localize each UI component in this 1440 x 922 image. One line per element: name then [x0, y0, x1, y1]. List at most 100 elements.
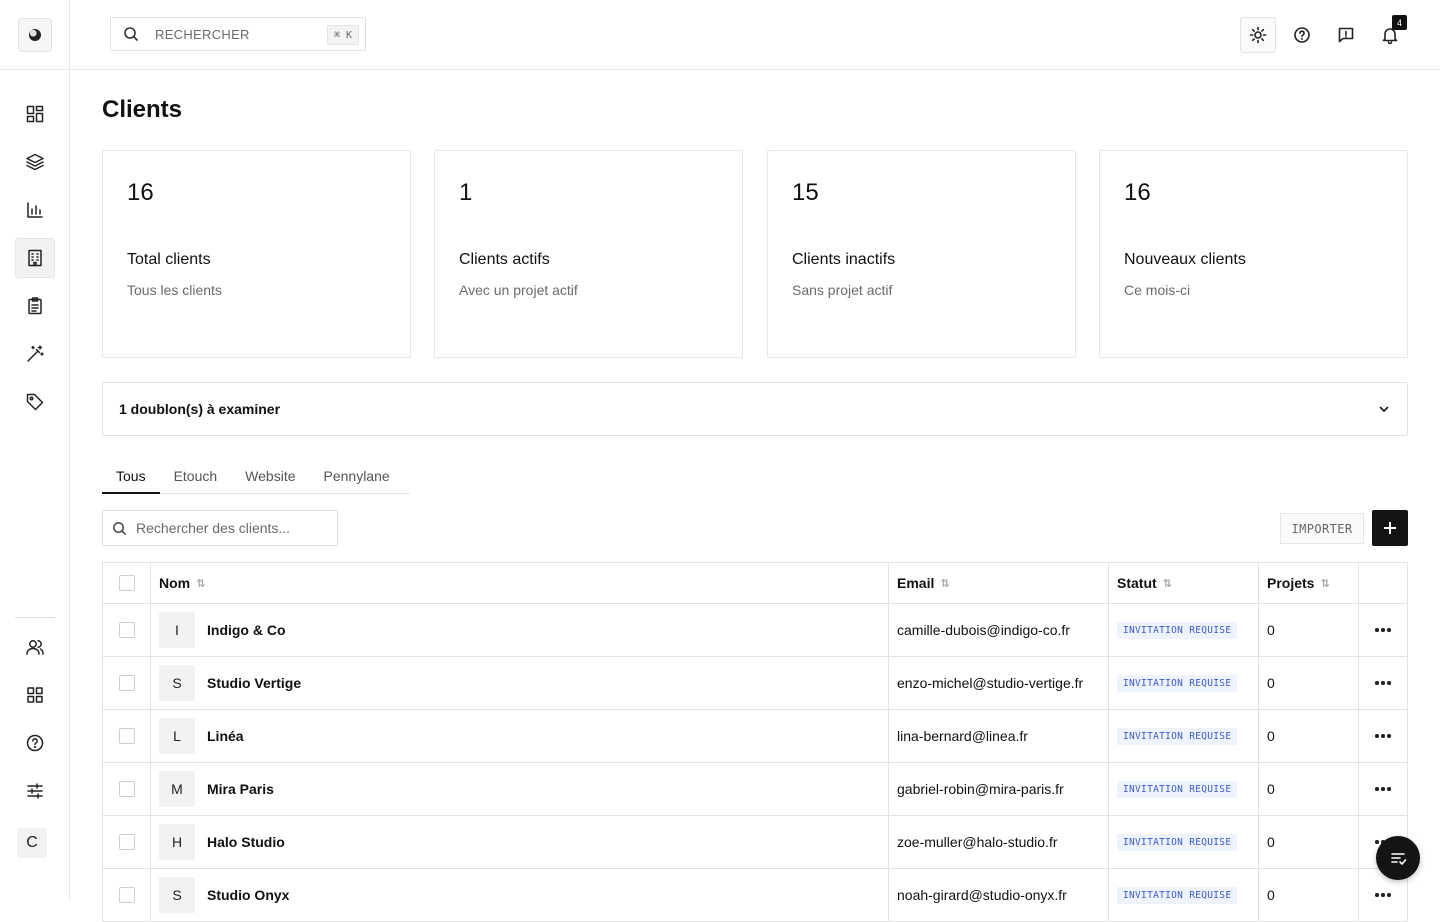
table-row[interactable]: I Indigo & Co camille-dubois@indigo-co.fr… [103, 604, 1407, 657]
client-projects-count: 0 [1259, 869, 1359, 921]
column-projects-label: Projets [1267, 575, 1315, 591]
client-search-input[interactable]: Rechercher des clients... [102, 510, 338, 546]
status-badge: INVITATION REQUISE [1117, 727, 1238, 745]
sidebar-item-help[interactable] [15, 723, 55, 763]
stat-label: Nouveaux clients [1124, 251, 1246, 268]
sidebar-item-settings[interactable] [15, 771, 55, 811]
sidebar-item-clients[interactable] [15, 238, 55, 278]
search-shortcut-hint: ⌘ K [326, 25, 359, 45]
client-email: gabriel-robin@mira-paris.fr [889, 763, 1109, 815]
tab-pennylane[interactable]: Pennylane [310, 462, 404, 494]
chevron-down-icon [1379, 406, 1389, 413]
row-checkbox[interactable] [118, 728, 135, 744]
column-header-projects[interactable]: Projets ⇅ [1259, 563, 1359, 603]
client-name-cell: L Linéa [151, 710, 889, 762]
sidebar-item-analytics[interactable] [15, 190, 55, 230]
client-projects-count: 0 [1259, 816, 1359, 868]
column-status-label: Statut [1117, 575, 1157, 591]
sidebar-item-tags[interactable] [15, 382, 55, 422]
sidebar-item-dashboard[interactable] [15, 94, 55, 134]
row-select-cell [103, 710, 151, 762]
tab-tous[interactable]: Tous [102, 462, 160, 494]
sun-icon [1249, 26, 1267, 44]
tab-website[interactable]: Website [231, 462, 309, 494]
user-avatar[interactable]: C [17, 828, 47, 858]
row-checkbox[interactable] [118, 622, 135, 638]
table-row[interactable]: M Mira Paris gabriel-robin@mira-paris.fr … [103, 763, 1407, 816]
search-placeholder: RECHERCHER [155, 26, 250, 42]
help-circle-icon [26, 734, 44, 752]
client-name[interactable]: Linéa [207, 728, 244, 744]
client-status-cell: INVITATION REQUISE [1109, 763, 1259, 815]
sidebar-item-team[interactable] [15, 627, 55, 667]
notifications-button[interactable]: 4 [1372, 15, 1408, 53]
sort-icon: ⇅ [1320, 577, 1330, 590]
quick-actions-button[interactable] [1376, 836, 1420, 880]
table-row[interactable]: S Studio Vertige enzo-michel@studio-verti… [103, 657, 1407, 710]
stat-value: 15 [792, 179, 819, 206]
sliders-icon [27, 783, 43, 799]
theme-toggle-button[interactable] [1240, 17, 1276, 53]
sort-icon: ⇅ [196, 577, 206, 590]
column-header-actions [1359, 563, 1407, 603]
table-row[interactable]: S Studio Onyx noah-girard@studio-onyx.fr … [103, 869, 1407, 922]
select-all-checkbox[interactable] [118, 575, 135, 591]
plus-icon [1384, 522, 1396, 534]
help-button[interactable] [1284, 17, 1320, 53]
add-client-button[interactable] [1372, 510, 1408, 546]
sidebar-item-layers[interactable] [15, 142, 55, 182]
tab-etouch[interactable]: Etouch [160, 462, 232, 494]
client-avatar: S [159, 665, 195, 701]
client-email: camille-dubois@indigo-co.fr [889, 604, 1109, 656]
column-header-status[interactable]: Statut ⇅ [1109, 563, 1259, 603]
client-avatar: S [159, 877, 195, 913]
search-icon [113, 521, 127, 535]
stat-label: Clients inactifs [792, 251, 896, 268]
client-projects-count: 0 [1259, 657, 1359, 709]
import-button[interactable]: IMPORTER [1280, 513, 1364, 544]
client-name-cell: I Indigo & Co [151, 604, 889, 656]
column-header-email[interactable]: Email ⇅ [889, 563, 1109, 603]
stat-label: Total clients [127, 251, 211, 268]
row-actions-button[interactable] [1359, 604, 1407, 656]
table-row[interactable]: L Linéa lina-bernard@linea.fr INVITATION … [103, 710, 1407, 763]
status-badge: INVITATION REQUISE [1117, 833, 1238, 851]
client-name[interactable]: Studio Onyx [207, 887, 289, 903]
duplicates-accordion[interactable]: 1 doublon(s) à examiner [102, 382, 1408, 436]
row-actions-button[interactable] [1359, 710, 1407, 762]
client-search-placeholder: Rechercher des clients... [136, 520, 291, 536]
sidebar-item-tasks[interactable] [15, 286, 55, 326]
column-header-name[interactable]: Nom ⇅ [151, 563, 889, 603]
sort-icon: ⇅ [1162, 577, 1172, 590]
table-row[interactable]: H Halo Studio zoe-muller@halo-studio.fr I… [103, 816, 1407, 869]
row-actions-button[interactable] [1359, 763, 1407, 815]
row-checkbox[interactable] [118, 834, 135, 850]
client-name[interactable]: Indigo & Co [207, 622, 286, 638]
stat-sublabel: Avec un projet actif [459, 282, 578, 298]
row-checkbox[interactable] [118, 887, 135, 903]
client-status-cell: INVITATION REQUISE [1109, 604, 1259, 656]
more-horizontal-icon [1375, 681, 1391, 685]
row-checkbox[interactable] [118, 781, 135, 797]
client-projects-count: 0 [1259, 604, 1359, 656]
client-name-cell: S Studio Vertige [151, 657, 889, 709]
client-name[interactable]: Studio Vertige [207, 675, 301, 691]
row-checkbox[interactable] [118, 675, 135, 691]
row-select-cell [103, 657, 151, 709]
client-name[interactable]: Halo Studio [207, 834, 285, 850]
row-select-cell [103, 763, 151, 815]
notification-count-badge: 4 [1392, 15, 1407, 30]
help-circle-icon [1294, 27, 1310, 43]
global-search-input[interactable]: RECHERCHER ⌘ K [110, 17, 366, 51]
sidebar-item-ai[interactable] [15, 334, 55, 374]
row-actions-button[interactable] [1359, 657, 1407, 709]
sidebar-item-apps[interactable] [15, 675, 55, 715]
dashboard-grid-icon [26, 105, 44, 123]
app-logo[interactable] [18, 18, 52, 52]
feedback-button[interactable] [1328, 17, 1364, 53]
client-email: noah-girard@studio-onyx.fr [889, 869, 1109, 921]
client-name-cell: M Mira Paris [151, 763, 889, 815]
bar-chart-icon [27, 202, 43, 218]
stat-value: 16 [127, 179, 154, 206]
client-name[interactable]: Mira Paris [207, 781, 274, 797]
